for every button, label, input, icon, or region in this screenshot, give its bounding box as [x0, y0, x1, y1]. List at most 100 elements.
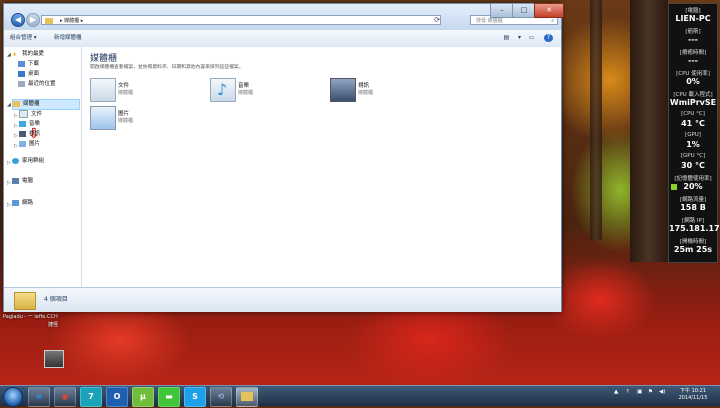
chrome-icon[interactable]: ◉ — [54, 387, 76, 407]
music-library-icon: ♪ — [210, 78, 236, 102]
ie-icon[interactable]: e — [28, 387, 50, 407]
nav-downloads[interactable]: 下載 — [18, 60, 39, 69]
nav-videos[interactable]: 視訊 — [19, 130, 40, 139]
tree-trunk — [630, 0, 668, 262]
nav-label: 桌面 — [28, 71, 40, 77]
view-options-icon[interactable]: ▤ — [502, 34, 511, 42]
address-path: 媒體櫃 — [64, 18, 80, 24]
documents-icon — [19, 110, 28, 118]
line-icon[interactable]: ▬ — [158, 387, 180, 407]
nav-network[interactable]: 網路 — [12, 199, 33, 208]
command-bar: 組合管理 ▾ 新增媒體櫃 ▤ ▾ ▭ ? — [4, 30, 561, 48]
help-tray-icon[interactable]: ? — [626, 389, 629, 395]
desktop-icon-label[interactable]: Pagladu - 一 leffe.CCH — [3, 313, 58, 320]
expand-icon[interactable]: ▷ — [7, 160, 11, 166]
explorer-taskbar-icon[interactable] — [236, 387, 258, 407]
homegroup-icon — [12, 157, 19, 164]
minimize-button[interactable]: – — [490, 3, 514, 18]
gadget-value: 175.181.17 — [669, 224, 720, 233]
computer-icon — [12, 177, 19, 184]
refresh-icon[interactable]: ⟳ — [432, 15, 442, 25]
expand-icon[interactable]: ▷ — [14, 113, 18, 119]
folder-icon — [45, 18, 53, 24]
back-button[interactable]: ◀ — [11, 13, 25, 27]
nav-label: 電腦 — [22, 178, 34, 184]
volume-icon[interactable]: ◀) — [659, 389, 665, 395]
view-dropdown-icon[interactable]: ▾ — [515, 34, 524, 42]
new-library-button[interactable]: 新增媒體櫃 — [54, 30, 82, 47]
flag-tray-icon[interactable]: ⚑ — [648, 389, 653, 395]
music-note-icon: ♪ — [217, 80, 228, 99]
expand-icon[interactable]: ▷ — [7, 202, 11, 208]
gadget-value: --- — [688, 35, 698, 44]
close-button[interactable]: ✕ — [534, 3, 564, 18]
skype-icon[interactable]: S — [184, 387, 206, 407]
nav-pictures[interactable]: 圖片 — [19, 140, 40, 149]
library-icon — [14, 292, 36, 310]
nav-label: 文件 — [31, 111, 43, 118]
library-description: 開啟媒體櫃查看檔案，並依照資料夾、日期和其他內容來排列這些檔案。 — [90, 65, 244, 70]
desktop-shortcut-icon[interactable] — [44, 350, 64, 368]
help-icon[interactable]: ? — [544, 34, 553, 42]
collapse-icon[interactable]: ◢ — [7, 52, 11, 58]
gadget-label: [網路流量] — [679, 197, 707, 203]
system-monitor-gadget[interactable]: [電腦] LIEN-PC [筋斯] --- [療癒時間] --- [CPU 使用率] 0% [C… — [668, 3, 720, 263]
library-item-type: 媒體櫃 — [118, 118, 134, 124]
tray-arrow-icon[interactable]: ▲ — [614, 389, 618, 395]
seven-app-icon[interactable]: 7 — [80, 387, 102, 407]
utorrent-icon[interactable]: µ — [132, 387, 154, 407]
gadget-value: 158 B — [680, 203, 706, 212]
documents-library-icon — [90, 78, 116, 102]
downloads-icon — [18, 60, 25, 67]
memory-usage-bar — [671, 184, 677, 190]
nav-desktop[interactable]: 桌面 — [18, 70, 39, 79]
address-bar[interactable]: ▸ 媒體櫃 ▸ — [41, 15, 441, 25]
start-button[interactable] — [3, 387, 23, 407]
gadget-label: [CPU °C] — [681, 111, 705, 117]
nav-label: 最近的位置 — [28, 81, 56, 87]
network-tray-icon[interactable]: ▣ — [637, 389, 642, 395]
library-icon — [13, 100, 20, 107]
tree-trunk — [590, 0, 602, 240]
library-item-name: 視訊 — [358, 83, 370, 89]
gadget-value: 25m 25s — [673, 245, 713, 254]
nav-documents[interactable]: 文件 — [19, 110, 42, 119]
gadget-label: [網路 IP] — [682, 218, 704, 224]
nav-computer[interactable]: 電腦 — [12, 177, 33, 186]
clock[interactable]: 下午 10:21 2014/11/15 — [670, 388, 716, 402]
organize-button[interactable]: 組合管理 ▾ — [10, 30, 37, 47]
library-item-name: 圖片 — [118, 111, 130, 117]
nav-music[interactable]: 音樂 — [19, 120, 40, 129]
gadget-label: [電腦] — [685, 8, 701, 14]
library-item-name: 音樂 — [238, 83, 250, 89]
nav-recent[interactable]: 最近的位置 — [18, 80, 56, 89]
library-item-music[interactable]: ♪ 音樂 媒體櫃 — [210, 78, 320, 102]
maximize-button[interactable]: □ — [512, 3, 536, 18]
nav-homegroup[interactable]: 家用群組 — [12, 157, 44, 166]
desktop-icon-label[interactable]: 捷徑 — [48, 321, 58, 328]
expand-icon[interactable]: ▷ — [14, 143, 18, 149]
taskbar: e ◉ 7 O µ ▬ S ⟲ ▲ ? ▣ ⚑ ◀) 下午 10:21 2014… — [0, 385, 720, 407]
library-item-documents[interactable]: 文件 媒體櫃 — [90, 78, 200, 102]
status-bar: 4 個項目 — [4, 287, 561, 312]
nav-label: 音樂 — [29, 121, 41, 127]
collapse-icon[interactable]: ◢ — [7, 102, 11, 108]
library-item-videos[interactable]: 視訊 媒體櫃 — [330, 78, 440, 102]
nav-label: 我的最愛 — [22, 51, 45, 57]
app-icon[interactable]: ⟲ — [210, 387, 232, 407]
expand-icon[interactable]: ▷ — [7, 180, 11, 186]
expand-icon[interactable]: ▷ — [14, 133, 18, 139]
search-placeholder: 搜尋 媒體櫃 — [476, 18, 503, 24]
forward-button[interactable]: ▶ — [26, 13, 40, 27]
item-count: 4 個項目 — [44, 296, 68, 303]
outlook-icon[interactable]: O — [106, 387, 128, 407]
preview-pane-icon[interactable]: ▭ — [527, 34, 536, 42]
gadget-value: --- — [688, 56, 698, 65]
breadcrumb-arrow-icon[interactable]: ▸ — [79, 18, 84, 24]
gadget-value: 0% — [686, 77, 700, 86]
library-item-pictures[interactable]: 圖片 媒體櫃 — [90, 106, 200, 130]
nav-label: 視訊 — [29, 131, 41, 137]
nav-favorites[interactable]: ★ 我的最愛 — [12, 50, 44, 59]
expand-icon[interactable]: ▷ — [14, 123, 18, 129]
nav-libraries[interactable]: 媒體櫃 — [12, 99, 80, 110]
